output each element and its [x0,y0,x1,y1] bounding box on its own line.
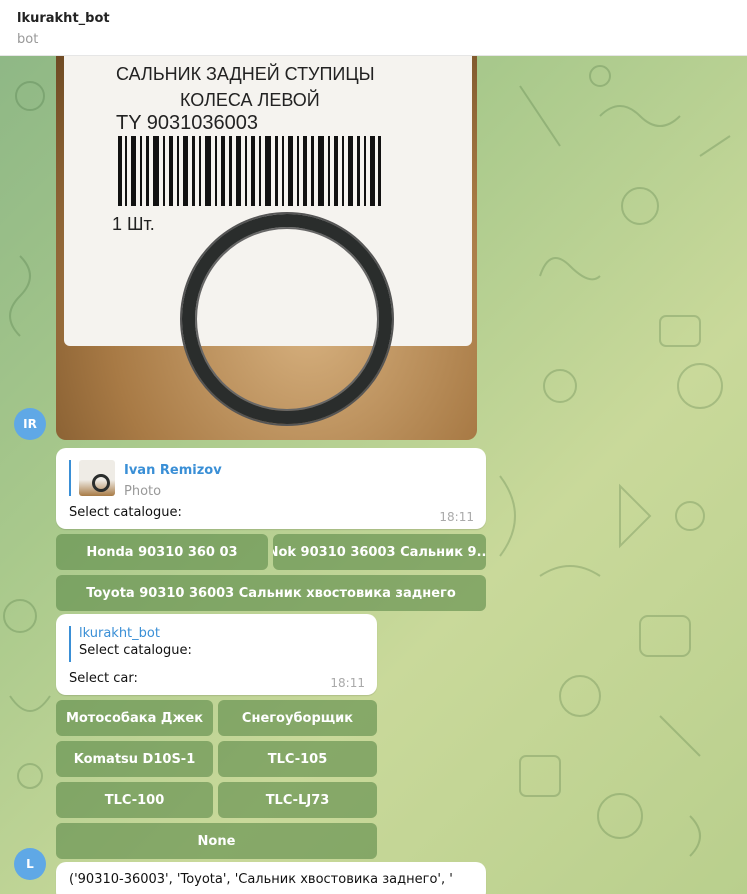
barcode-graphic [118,136,381,206]
bot-message-select-catalogue: Ivan Remizov Photo Select catalogue: 18:… [56,448,486,529]
photo-message[interactable]: САЛЬНИК ЗАДНЕЙ СТУПИЦЫ КОЛЕСА ЛЕВОЙ TY 9… [56,56,477,440]
message-text: Select catalogue: [69,505,182,520]
reply-author: lkurakht_bot [79,626,160,641]
catalogue-button-nok[interactable]: Nok 90310 36003 Сальник 9... [273,534,486,570]
photo-label-line1: САЛЬНИК ЗАДНЕЙ СТУПИЦЫ [116,64,375,84]
message-text: ('90310-36003', 'Toyota', 'Сальник хвост… [69,872,453,887]
car-button-snowblower[interactable]: Снегоуборщик [218,700,377,736]
bot-message-result: ('90310-36003', 'Toyota', 'Сальник хвост… [56,862,486,894]
car-button-tlc-105[interactable]: TLC-105 [218,741,377,777]
bot-avatar[interactable]: L [14,848,46,880]
car-button-motosobaka[interactable]: Мотособака Джек [56,700,213,736]
catalogue-button-toyota[interactable]: Toyota 90310 36003 Сальник хвостовика за… [56,575,486,611]
car-button-tlc-lj73[interactable]: TLC-LJ73 [218,782,377,818]
photo-quantity: 1 Шт. [112,214,155,234]
message-text: Select car: [69,671,138,686]
car-button-tlc-100[interactable]: TLC-100 [56,782,213,818]
photo-part-code: TY 9031036003 [116,112,258,134]
oil-seal-ring [182,214,392,424]
reply-author: Ivan Remizov [124,463,222,478]
message-time: 18:11 [330,676,365,690]
chat-subtitle: bot [17,32,39,47]
bot-message-select-car: lkurakht_bot Select catalogue: Select ca… [56,614,377,695]
reply-quote[interactable]: Ivan Remizov Photo [69,460,222,499]
photo-label-line2: КОЛЕСА ЛЕВОЙ [180,90,320,110]
chat-title: lkurakht_bot [17,11,110,26]
car-button-komatsu[interactable]: Komatsu D10S-1 [56,741,213,777]
chat-header[interactable]: lkurakht_bot bot [0,0,747,56]
reply-quote[interactable]: lkurakht_bot Select catalogue: [69,626,192,662]
thumbnail-ring [92,474,110,492]
car-button-none[interactable]: None [56,823,377,859]
user-avatar[interactable]: IR [14,408,46,440]
catalogue-button-honda[interactable]: Honda 90310 360 03 [56,534,268,570]
message-time: 18:11 [439,510,474,524]
reply-type: Photo [124,484,162,499]
reply-photo-thumbnail [79,460,115,496]
reply-text: Select catalogue: [79,643,192,658]
